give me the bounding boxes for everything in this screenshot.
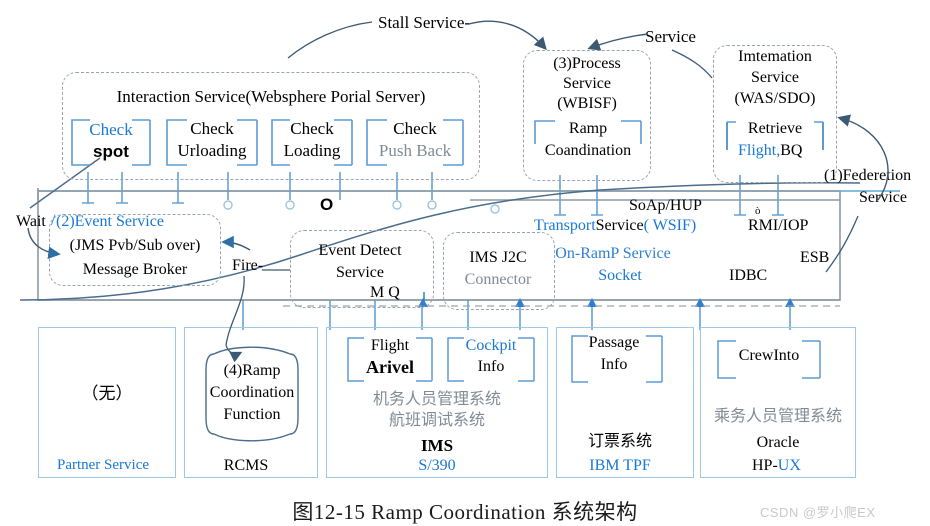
process-service-line3: (WBISF) xyxy=(557,95,617,112)
rmi-degree-mark: ò xyxy=(755,205,761,217)
flight-label: Flight, xyxy=(738,142,781,159)
portlet-line1: Check xyxy=(393,119,437,138)
portlet-line2: spot xyxy=(93,142,129,161)
ims-cn-line2: 航班调试系统 xyxy=(388,412,486,429)
portlet-line2: Urloading xyxy=(177,141,247,160)
rmi-iop-label: RMI/IOP xyxy=(748,217,809,234)
flight-label: Flight xyxy=(370,337,410,354)
ims-footer: S/390 xyxy=(418,457,456,474)
hp-prefix: HP- xyxy=(752,457,778,474)
portlet-check-loading[interactable]: Check Loading xyxy=(268,117,356,169)
passage-info-block[interactable]: Passage Info xyxy=(568,332,666,386)
portlet-check-urloading[interactable]: Check Urloading xyxy=(163,117,261,169)
interaction-service-title: Interaction Service(Websphere Porial Ser… xyxy=(116,87,426,106)
ims-label: IMS xyxy=(420,436,454,455)
fire-label: Fire- xyxy=(232,257,264,274)
information-service-line1: Imtemation xyxy=(738,48,812,65)
info-label: Info xyxy=(477,358,505,375)
retrieve-flight-bq: Flight,BQ xyxy=(738,142,803,160)
wait-slash: / xyxy=(51,212,56,229)
retrieve-label: Retrieve xyxy=(747,120,803,137)
ramp-coordination-line2: Coandination xyxy=(544,142,632,159)
bq-label: BQ xyxy=(780,142,803,159)
event-service-line3: Message Broker xyxy=(82,261,188,278)
socket-label: Socket xyxy=(598,267,642,284)
jdbc-label: IDBC xyxy=(729,267,768,284)
service-label: Service xyxy=(595,217,644,234)
hp-ux-footer: HP-UX xyxy=(752,457,801,475)
service-annotation-label: Service xyxy=(645,27,696,46)
event-detect-line2: Service xyxy=(336,264,384,281)
arivel-label: Arivel xyxy=(366,357,414,377)
portlet-line2: Loading xyxy=(283,141,341,160)
ims-j2c-line1: IMS J2C xyxy=(469,249,527,266)
soap-http-label: SoAp/HUP xyxy=(629,197,702,214)
rcms-inner-line3: Function xyxy=(223,406,281,423)
rcms-inner-line2: Coordination xyxy=(209,384,295,401)
process-service-line1: (3)Process xyxy=(553,55,621,72)
portlet-line1: Check xyxy=(190,119,234,138)
diagram-canvas: Interaction Service(Websphere Porial Ser… xyxy=(0,0,930,526)
federation-service-line1: (1)Federetion xyxy=(824,167,912,184)
event-detect-mq: M Q xyxy=(370,284,400,301)
crew-cn-label: 乘务人员管理系统 xyxy=(713,408,843,425)
event-detect-line1: Event Detect xyxy=(318,242,402,259)
watermark: CSDN @罗小爬EX xyxy=(760,505,876,520)
process-service-line2: Service xyxy=(563,75,611,92)
o-marker-label: O xyxy=(320,195,334,214)
portlet-line1: Check xyxy=(89,120,133,139)
passage-label: Passage xyxy=(588,334,640,351)
ramp-coordination-block[interactable]: Ramp Coandination xyxy=(529,118,647,170)
portlet-check-spot[interactable]: Check spot xyxy=(68,117,154,169)
flight-arivel-block[interactable]: Flight Arivel xyxy=(344,335,436,385)
cockpit-info-block[interactable]: Cockpit Info xyxy=(444,335,538,385)
partner-service-center-text: （无） xyxy=(81,384,133,403)
portlet-line1: Check xyxy=(290,119,334,138)
partner-service-footer: Partner Service xyxy=(56,457,150,473)
portlet-line2: Push Back xyxy=(378,141,452,160)
ims-j2c-line2: Connector xyxy=(464,271,532,288)
cockpit-label: Cockpit xyxy=(465,337,517,354)
rcms-footer: RCMS xyxy=(223,457,269,474)
information-service-line2: Service xyxy=(751,69,799,86)
crewinto-label: CrewInto xyxy=(738,347,800,364)
event-service-line2: (JMS Pvb/Sub over) xyxy=(69,237,201,254)
oracle-label: Oracle xyxy=(756,434,800,451)
ibm-tpf-footer: IBM TPF xyxy=(589,457,651,474)
transport-label: Transport xyxy=(534,217,596,234)
event-service-name: Event Service xyxy=(74,213,164,230)
retrieve-flight-block[interactable]: Retrieve Flight,BQ xyxy=(722,118,828,170)
rcms-inner-line1: (4)Ramp xyxy=(223,362,281,379)
federation-service-line2: Service xyxy=(859,189,907,206)
ramp-coordination-line1: Ramp xyxy=(568,120,608,137)
stall-service-label: Stall Service- xyxy=(378,13,471,32)
crewinto-block[interactable]: CrewInto xyxy=(714,338,824,382)
wait-label: Wait xyxy=(16,213,46,230)
event-service-num: (2) xyxy=(56,213,75,230)
ux-suffix: UX xyxy=(777,457,801,474)
on-ramp-service-label: On-RamP Service xyxy=(555,245,671,262)
esb-label: ESB xyxy=(800,249,830,266)
transport-service-row: TransportService( WSIF) xyxy=(534,217,697,235)
information-service-line3: (WAS/SDO) xyxy=(734,90,816,107)
info-label: Info xyxy=(600,356,628,373)
portlet-check-push-back[interactable]: Check Push Back xyxy=(363,117,467,169)
ims-cn-line1: 机务人员管理系统 xyxy=(372,391,502,408)
ticketing-cn-label: 订票系统 xyxy=(587,433,653,450)
event-service-title: (2)Event Service xyxy=(56,213,164,231)
wsif-label: ( WSIF) xyxy=(643,217,697,234)
